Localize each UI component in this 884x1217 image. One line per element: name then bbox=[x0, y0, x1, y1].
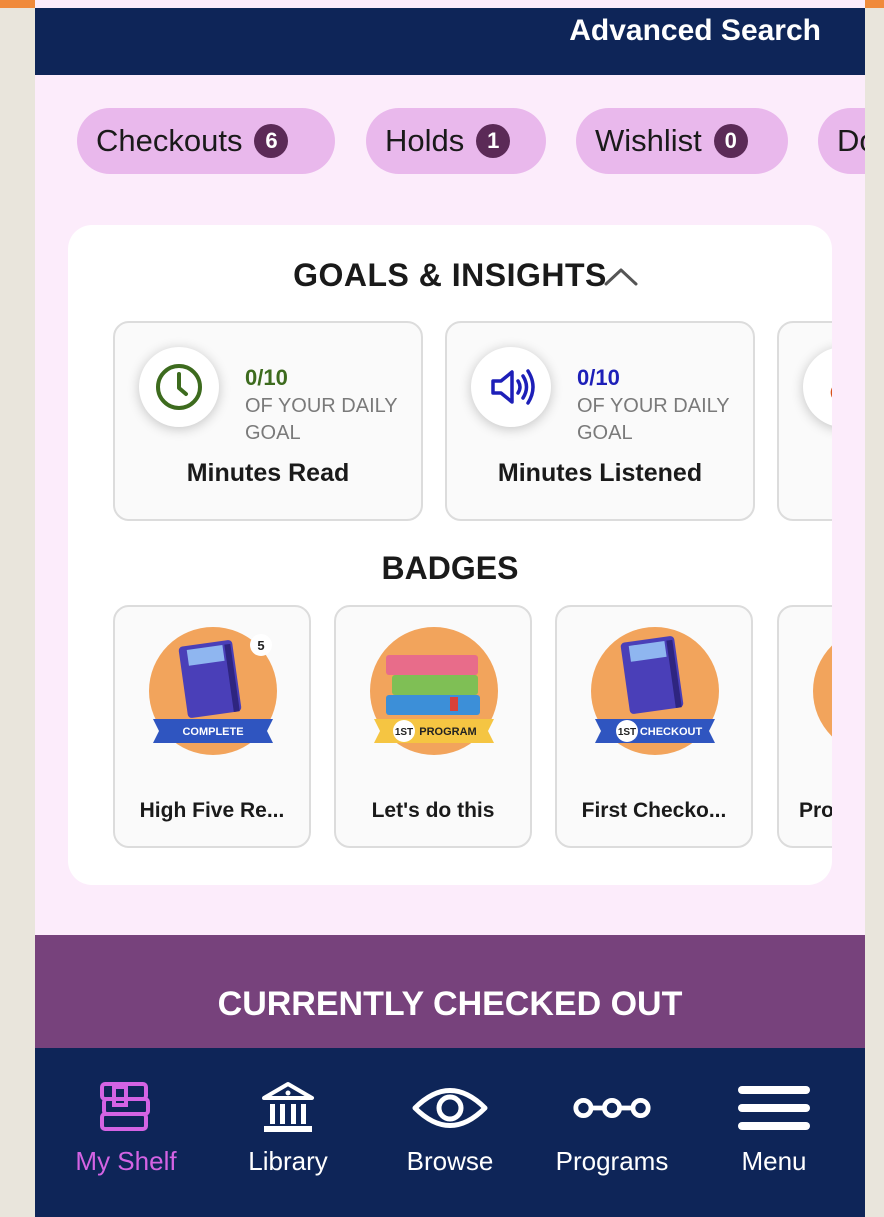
speaker-icon bbox=[491, 369, 535, 405]
goal-label: Minutes Listened bbox=[497, 459, 703, 487]
eye-icon bbox=[410, 1078, 490, 1138]
count-badge: 0 bbox=[713, 124, 748, 158]
goal-icon-circle bbox=[803, 347, 832, 427]
tab-wishlist[interactable]: Wishlist 0 bbox=[576, 108, 788, 174]
nav-programs[interactable]: Programs bbox=[529, 1048, 695, 1217]
nav-label: My Shelf bbox=[75, 1146, 177, 1176]
goals-insights-card: GOALS & INSIGHTS 0/10 OF YOUR DAILY GOAL… bbox=[68, 225, 832, 885]
section-title: CURRENTLY CHECKED OUT bbox=[217, 985, 683, 1023]
sunburst-badge-icon bbox=[813, 645, 832, 737]
goal-subtitle: OF YOUR DAILY GOAL bbox=[577, 395, 730, 444]
book-badge-icon: COMPLETE 5 bbox=[149, 627, 277, 755]
shelf-tabs: Checkouts 6 Holds 1 Wishlist 0 Do bbox=[35, 108, 865, 176]
flame-icon bbox=[830, 387, 832, 398]
badge-ribbon-number: 1ST bbox=[618, 727, 636, 738]
tab-label: Wishlist bbox=[595, 123, 702, 158]
app-frame: Advanced Search Checkouts 6 Holds 1 Wish… bbox=[35, 0, 865, 1217]
top-header: Advanced Search bbox=[35, 8, 865, 75]
chevron-up-icon[interactable] bbox=[603, 267, 639, 287]
bottom-nav: My Shelf Library Browse Programs Menu bbox=[35, 1048, 865, 1217]
goal-icon-circle bbox=[471, 347, 551, 427]
badge-ribbon-text: COMPLETE bbox=[182, 726, 243, 738]
nav-browse[interactable]: Browse bbox=[367, 1048, 533, 1217]
nav-library[interactable]: Library bbox=[205, 1048, 371, 1217]
goal-subtitle: OF YOUR DAILY GOAL bbox=[245, 395, 398, 444]
badge-tile-partial[interactable]: Pro bbox=[777, 605, 832, 848]
tab-partial[interactable]: Do bbox=[818, 108, 865, 174]
goal-tile-minutes-read[interactable]: 0/10 OF YOUR DAILY GOAL Minutes Read bbox=[113, 321, 423, 521]
badge-ribbon-text: PROGRAM bbox=[419, 726, 476, 738]
nav-label: Programs bbox=[555, 1146, 669, 1176]
goal-label: Minutes Read bbox=[186, 459, 350, 487]
badge-tile-lets-do-this[interactable]: 1ST PROGRAM Let's do this bbox=[334, 605, 532, 848]
library-icon bbox=[248, 1078, 328, 1138]
books-stack-badge-icon: 1ST PROGRAM bbox=[370, 627, 498, 755]
tab-label: Do bbox=[837, 123, 865, 158]
badge-name: High Five Re... bbox=[139, 799, 285, 822]
badge-name: Let's do this bbox=[371, 799, 495, 822]
nav-menu[interactable]: Menu bbox=[691, 1048, 857, 1217]
shelf-icon bbox=[86, 1078, 166, 1138]
hamburger-icon bbox=[734, 1078, 814, 1138]
programs-icon bbox=[572, 1078, 652, 1138]
tab-holds[interactable]: Holds 1 bbox=[366, 108, 546, 174]
goal-tile-minutes-listened[interactable]: 0/10 OF YOUR DAILY GOAL Minutes Listened bbox=[445, 321, 755, 521]
badge-tile-high-five[interactable]: COMPLETE 5 High Five Re... bbox=[113, 605, 311, 848]
book-checkout-badge-icon: 1ST CHECKOUT bbox=[591, 627, 719, 755]
goal-progress: 0/10 bbox=[577, 365, 620, 390]
nav-label: Library bbox=[248, 1146, 328, 1176]
tab-checkouts[interactable]: Checkouts 6 bbox=[77, 108, 335, 174]
badge-ribbon-text: CHECKOUT bbox=[640, 726, 703, 738]
badges-title: BADGES bbox=[381, 550, 519, 586]
goal-progress: 0/10 bbox=[245, 365, 288, 390]
badge-name: Pro bbox=[799, 799, 832, 822]
badge-corner-number: 5 bbox=[257, 638, 264, 653]
count-badge: 1 bbox=[476, 124, 511, 158]
tab-label: Checkouts bbox=[96, 123, 243, 158]
nav-my-shelf[interactable]: My Shelf bbox=[43, 1048, 209, 1217]
goal-icon-circle bbox=[139, 347, 219, 427]
clock-icon bbox=[156, 364, 202, 410]
currently-checked-out-header: CURRENTLY CHECKED OUT bbox=[35, 935, 865, 1049]
count-badge: 6 bbox=[254, 124, 289, 158]
tab-label: Holds bbox=[385, 123, 465, 158]
goal-tile-partial[interactable] bbox=[777, 321, 832, 521]
badge-name: First Checko... bbox=[581, 799, 727, 822]
nav-label: Browse bbox=[406, 1146, 494, 1176]
badge-ribbon-number: 1ST bbox=[395, 727, 413, 738]
goals-title: GOALS & INSIGHTS bbox=[293, 257, 607, 293]
nav-label: Menu bbox=[741, 1146, 807, 1176]
advanced-search-link[interactable]: Advanced Search bbox=[569, 14, 821, 48]
badge-tile-first-checkout[interactable]: 1ST CHECKOUT First Checko... bbox=[555, 605, 753, 848]
